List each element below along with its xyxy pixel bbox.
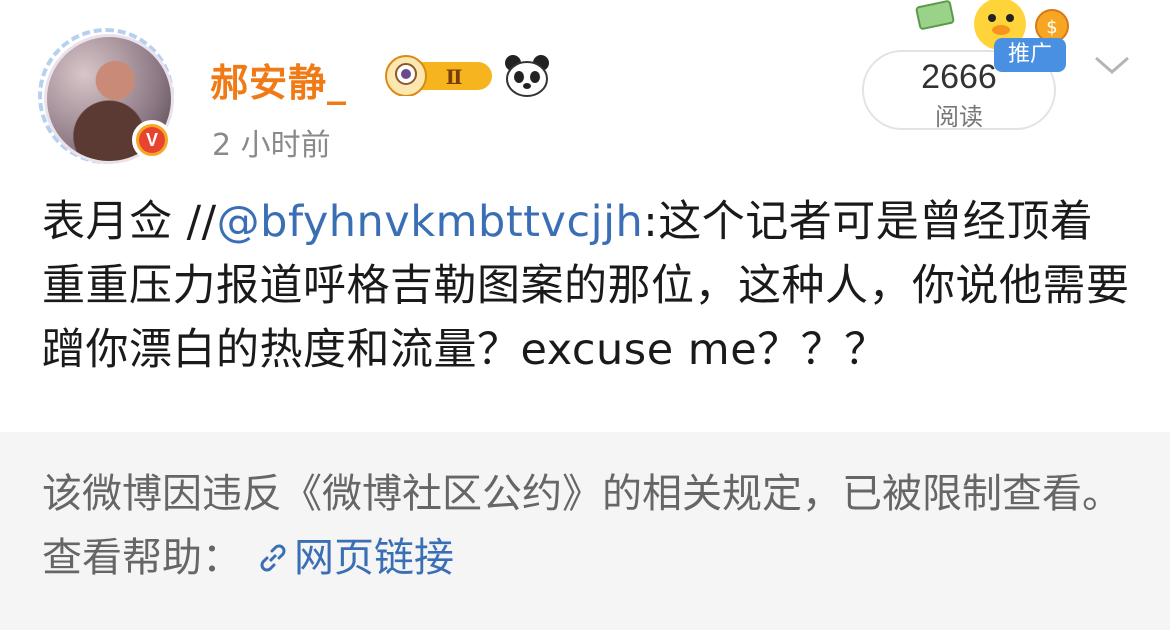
promo-tag[interactable]: 推广 [994,38,1066,72]
notice-text-block: 该微博因违反《微博社区公约》的相关规定，已被限制查看。查看帮助： 网页链接 [42,462,1132,590]
post-text-prefix: 表月佥 // [42,197,217,247]
mention-link[interactable]: @bfyhnvkmbttvcjjh [217,197,644,247]
svg-text:$: $ [1046,17,1057,38]
chevron-down-icon[interactable] [1092,50,1132,80]
web-link[interactable]: 网页链接 [294,535,454,581]
read-label: 阅读 [935,103,983,131]
timestamp: 2 小时前 [212,128,331,163]
verified-badge-label: V [139,127,165,153]
username[interactable]: 郝安静_ [210,52,347,107]
post-header: V 郝安静_ Ⅱ 2 小时前 $ 2666 阅读 推广 [0,0,1170,180]
restriction-notice: 该微博因违反《微博社区公约》的相关规定，已被限制查看。查看帮助： 网页链接 [0,432,1170,630]
verified-badge-icon: V [132,120,172,160]
medal-level: Ⅱ [446,65,463,89]
post-text: 表月佥 //@bfyhnvkmbttvcjjh:这个记者可是曾经顶着重重压力报道… [42,190,1132,382]
notice-text: 该微博因违反《微博社区公约》的相关规定，已被限制查看。查看帮助： [42,471,1122,581]
medal-icon[interactable]: Ⅱ [384,54,496,96]
link-icon[interactable] [256,541,290,575]
avatar[interactable]: V [38,28,174,164]
panda-icon [505,55,549,97]
